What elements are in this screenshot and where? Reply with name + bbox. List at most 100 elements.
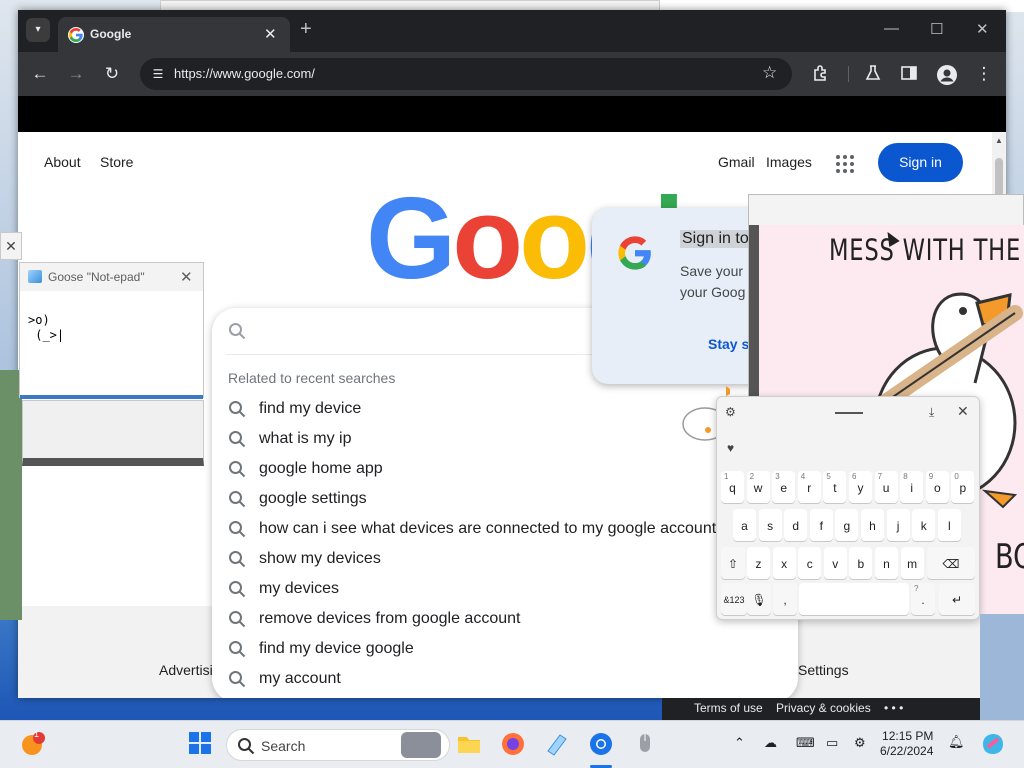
keyboard-drag-handle[interactable] <box>835 412 863 414</box>
sign-in-button[interactable]: Sign in <box>878 143 963 182</box>
letter-key[interactable]: 0p <box>951 471 975 503</box>
maximize-button[interactable]: ☐ <box>930 20 943 38</box>
letter-key[interactable]: d <box>784 509 808 541</box>
letter-key[interactable]: h <box>861 509 884 541</box>
settings-link[interactable]: Settings <box>798 662 849 678</box>
suggestion-item[interactable]: show my devices <box>212 544 798 574</box>
display-icon[interactable]: ▭ <box>826 735 838 751</box>
letter-key[interactable]: 3e <box>772 471 796 503</box>
backspace-key[interactable]: ⌫ <box>927 547 975 579</box>
star-icon[interactable]: ☆ <box>762 63 777 83</box>
letter-key[interactable]: v <box>823 547 847 579</box>
keyboard-settings-icon[interactable]: ⚙ <box>725 405 739 419</box>
stay-signed-out-button[interactable]: Stay s <box>708 336 749 352</box>
letter-key[interactable]: c <box>798 547 822 579</box>
arrow-right-icon[interactable]: → <box>66 64 86 84</box>
minimize-button[interactable]: — <box>884 20 899 37</box>
letter-key[interactable]: 1q <box>721 471 744 503</box>
tab-search-button[interactable]: ▾ <box>26 18 50 42</box>
profile-icon[interactable] <box>936 64 957 85</box>
advertising-link[interactable]: Advertisi <box>159 662 213 678</box>
suggestion-item[interactable]: how can i see what devices are connected… <box>212 514 798 544</box>
shift-key[interactable]: ⇧ <box>721 547 745 579</box>
letter-key[interactable]: 7u <box>874 471 898 503</box>
letter-key[interactable]: x <box>772 547 796 579</box>
comma-key[interactable]: , <box>773 583 797 615</box>
enter-key[interactable]: ↵ <box>939 583 975 615</box>
letter-key[interactable]: a <box>733 509 756 541</box>
letter-key[interactable]: m <box>900 547 924 579</box>
taskbar-search-box[interactable]: Search <box>226 729 450 761</box>
suggestion-item[interactable]: find my device google <box>212 634 798 664</box>
keyboard-close-icon[interactable]: ✕ <box>957 403 969 420</box>
tab-google[interactable]: Google ✕ <box>58 17 290 52</box>
letter-key[interactable]: z <box>747 547 770 579</box>
tab-close-icon[interactable]: ✕ <box>264 25 277 43</box>
show-hidden-icons-icon[interactable]: ⌃ <box>734 735 745 751</box>
microphone-icon[interactable]: 🎙 <box>747 583 771 615</box>
suggestion-item[interactable]: google settings <box>212 484 798 514</box>
more-options-button[interactable]: • • • <box>884 701 903 715</box>
letter-key[interactable]: 9o <box>925 471 949 503</box>
address-bar[interactable]: ☰ https://www.google.com/ ☆ <box>140 58 792 90</box>
images-link[interactable]: Images <box>766 154 812 170</box>
close-icon[interactable]: ✕ <box>0 232 22 260</box>
letter-key[interactable]: 6y <box>849 471 872 503</box>
firefox-icon[interactable] <box>500 731 526 757</box>
scroll-up-icon[interactable]: ▲ <box>994 136 1004 146</box>
keyboard-tray-icon[interactable]: ⌨ <box>796 735 815 751</box>
letter-key[interactable]: 4r <box>797 471 821 503</box>
about-link[interactable]: About <box>44 154 81 170</box>
close-window-button[interactable]: ✕ <box>976 20 989 38</box>
letter-key[interactable]: l <box>937 509 961 541</box>
reload-icon[interactable]: ↻ <box>102 64 122 84</box>
gmail-link[interactable]: Gmail <box>718 154 755 170</box>
notepad-close-button[interactable]: ✕ <box>180 268 193 286</box>
symbols-key[interactable]: &123 <box>721 583 747 615</box>
letter-key[interactable]: 8i <box>900 471 924 503</box>
keyboard-dock-icon[interactable]: ⤓ <box>929 405 934 420</box>
letter-key[interactable]: j <box>886 509 910 541</box>
privacy-cookies-link[interactable]: Privacy & cookies <box>776 701 871 715</box>
emoji-icon[interactable]: ♥ <box>727 441 741 455</box>
language-icon[interactable]: ⚙ <box>854 735 866 751</box>
puzzle-icon[interactable] <box>812 64 832 84</box>
file-explorer-icon[interactable] <box>456 731 482 757</box>
notepad-taskbar-icon[interactable] <box>544 731 570 757</box>
notification-bell-icon[interactable]: 🔔︎ <box>948 734 965 750</box>
space-key[interactable] <box>799 583 909 615</box>
letter-key[interactable]: 2w <box>746 471 770 503</box>
cloud-offline-icon[interactable]: ☁ <box>764 735 777 751</box>
letter-key[interactable]: b <box>849 547 873 579</box>
letter-key[interactable]: n <box>875 547 898 579</box>
letter-key[interactable]: g <box>835 509 859 541</box>
store-link[interactable]: Store <box>100 154 133 170</box>
flask-icon[interactable] <box>864 64 884 84</box>
terms-of-use-link[interactable]: Terms of use <box>694 701 763 715</box>
url-text[interactable]: https://www.google.com/ <box>174 66 315 81</box>
google-g-icon <box>616 234 654 272</box>
letter-key[interactable]: f <box>809 509 833 541</box>
mouse-icon[interactable] <box>632 731 658 757</box>
tune-icon[interactable]: ☰ <box>148 64 168 84</box>
letter-key[interactable]: s <box>758 509 782 541</box>
period-key[interactable]: ?. <box>911 583 935 615</box>
arrow-left-icon[interactable]: ← <box>30 64 50 84</box>
widgets-icon[interactable] <box>20 731 46 757</box>
new-tab-button[interactable]: + <box>300 19 312 39</box>
side-panel-icon[interactable] <box>900 64 920 84</box>
system-clock[interactable]: 12:15 PM 6/22/2024 <box>880 729 933 759</box>
suggestion-item[interactable]: google home app <box>212 454 798 484</box>
windows-start-icon[interactable] <box>188 731 214 757</box>
suggestion-item[interactable]: remove devices from google account <box>212 604 798 634</box>
letter-key[interactable]: k <box>912 509 936 541</box>
suggestion-item[interactable]: my devices <box>212 574 798 604</box>
kebab-menu-icon[interactable]: ⋮ <box>974 64 994 84</box>
suggestion-item[interactable]: my account <box>212 664 798 694</box>
letter-key[interactable]: 5t <box>823 471 847 503</box>
notepad-text[interactable]: >o) (_>| <box>28 313 64 343</box>
copilot-icon[interactable] <box>980 731 1006 757</box>
notepad-titlebar[interactable]: Goose "Not-epad" ✕ <box>20 263 203 291</box>
google-apps-icon[interactable] <box>836 155 854 173</box>
chrome-taskbar-icon[interactable] <box>588 731 614 757</box>
